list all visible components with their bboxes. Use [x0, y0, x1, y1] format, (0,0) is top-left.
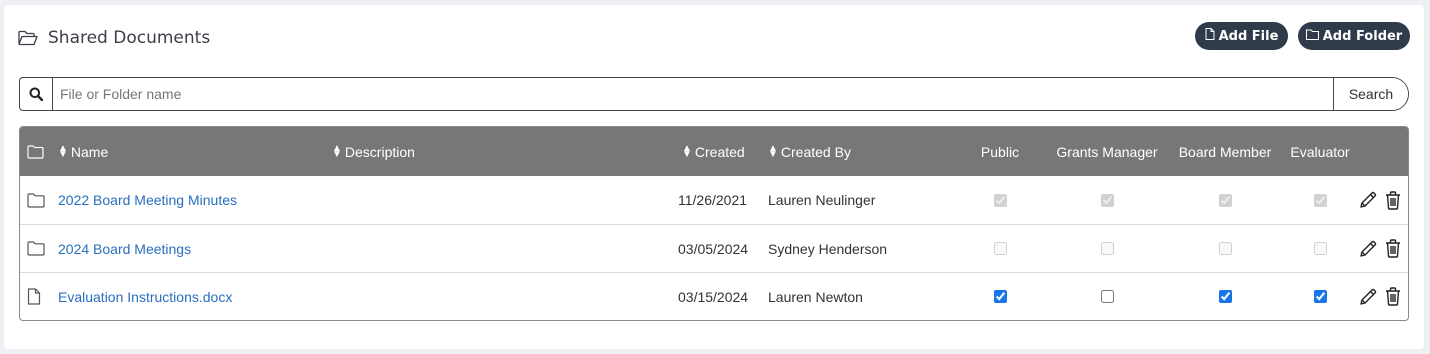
- sort-icon: ▲ ▼: [682, 142, 692, 160]
- folder-open-icon: [18, 30, 38, 46]
- add-folder-label: Add Folder: [1322, 28, 1403, 44]
- add-folder-button[interactable]: Add Folder: [1298, 22, 1410, 50]
- item-name-link[interactable]: 2024 Board Meetings: [58, 241, 191, 257]
- sort-icon: ▲ ▼: [332, 142, 342, 160]
- delete-trash-icon[interactable]: [1385, 287, 1401, 306]
- column-header-created-by[interactable]: ▲ ▼ Created By: [768, 127, 851, 176]
- column-header-description[interactable]: ▲ ▼ Description: [332, 127, 415, 176]
- search-input[interactable]: [53, 78, 1333, 110]
- item-created-by: Sydney Henderson: [768, 240, 888, 257]
- column-header-public: Public: [980, 143, 1020, 160]
- search-button[interactable]: Search: [1333, 78, 1408, 110]
- row-actions: [1358, 273, 1401, 320]
- delete-trash-icon[interactable]: [1385, 190, 1401, 210]
- column-header-name[interactable]: ▲ ▼ Name: [58, 127, 108, 176]
- table-body: 2022 Board Meeting Minutes 11/26/2021 La…: [20, 176, 1408, 320]
- add-file-button[interactable]: Add File: [1195, 22, 1288, 50]
- folder-column-icon: [27, 127, 44, 176]
- item-created-by: Lauren Newton: [768, 288, 863, 305]
- search-icon: [20, 78, 53, 110]
- board-member-checkbox: [1218, 193, 1232, 207]
- file-icon: [27, 273, 41, 320]
- row-actions: [1358, 176, 1401, 224]
- table-row: 2022 Board Meeting Minutes 11/26/2021 La…: [20, 176, 1408, 224]
- item-created-date: 11/26/2021: [678, 192, 748, 208]
- edit-pencil-icon[interactable]: [1358, 287, 1378, 307]
- table-row: 2024 Board Meetings 03/05/2024 Sydney He…: [20, 224, 1408, 272]
- table-header: ▲ ▼ Name ▲ ▼ Description ▲ ▼ Created ▲ ▼ Cre…: [20, 127, 1408, 176]
- page-title: Shared Documents: [18, 27, 210, 49]
- shared-documents-card: Shared Documents Add File Add Folder Sea…: [4, 5, 1424, 349]
- evaluator-checkbox: [1313, 242, 1327, 255]
- grants-manager-checkbox[interactable]: [1100, 290, 1114, 303]
- item-created-date: 03/05/2024: [678, 240, 749, 257]
- column-header-board-member: Board Member: [1178, 143, 1272, 160]
- public-checkbox[interactable]: [993, 290, 1007, 303]
- edit-pencil-icon[interactable]: [1358, 239, 1378, 259]
- column-header-grants-manager: Grants Manager: [1056, 143, 1158, 160]
- item-created-by: Lauren Neulinger: [768, 192, 876, 208]
- item-created-date: 03/15/2024: [678, 288, 749, 305]
- public-checkbox: [993, 193, 1007, 207]
- folder-icon: [1305, 29, 1319, 44]
- edit-pencil-icon[interactable]: [1358, 190, 1378, 210]
- board-member-checkbox: [1218, 242, 1232, 255]
- add-file-label: Add File: [1218, 28, 1279, 44]
- page-title-text: Shared Documents: [48, 28, 211, 48]
- sort-icon: ▲ ▼: [768, 142, 778, 160]
- evaluator-checkbox: [1313, 193, 1327, 207]
- column-header-created[interactable]: ▲ ▼ Created: [682, 127, 745, 176]
- board-member-checkbox[interactable]: [1218, 290, 1232, 303]
- search-bar: Search: [19, 77, 1409, 111]
- file-icon: [1205, 28, 1215, 44]
- grants-manager-checkbox: [1100, 242, 1114, 255]
- folder-icon: [27, 225, 45, 272]
- documents-table: ▲ ▼ Name ▲ ▼ Description ▲ ▼ Created ▲ ▼ Cre…: [19, 126, 1409, 321]
- table-row: Evaluation Instructions.docx 03/15/2024 …: [20, 272, 1408, 320]
- delete-trash-icon[interactable]: [1385, 239, 1401, 258]
- folder-icon: [27, 176, 45, 224]
- sort-icon: ▲ ▼: [58, 142, 68, 160]
- row-actions: [1358, 225, 1401, 272]
- evaluator-checkbox[interactable]: [1313, 290, 1327, 303]
- item-name-link[interactable]: 2022 Board Meeting Minutes: [58, 192, 237, 208]
- item-name-link[interactable]: Evaluation Instructions.docx: [58, 289, 232, 305]
- grants-manager-checkbox: [1100, 193, 1114, 207]
- column-header-evaluator: Evaluator: [1290, 143, 1350, 160]
- public-checkbox: [993, 242, 1007, 255]
